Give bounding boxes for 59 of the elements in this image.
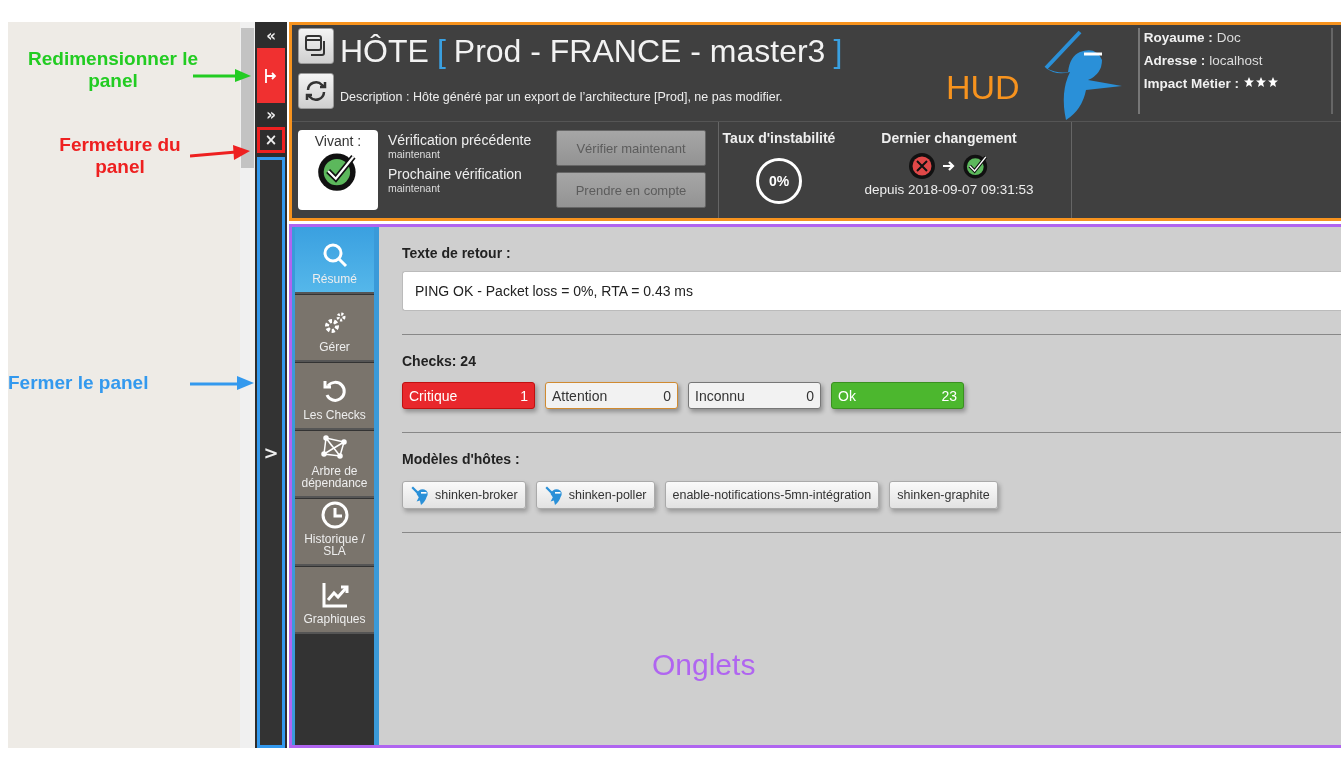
- info-label: Royaume :: [1143, 30, 1213, 45]
- star-icon: [1254, 76, 1267, 88]
- annotation-label: Fermeture du panel: [58, 134, 182, 178]
- annotation-label: Onglets: [652, 648, 756, 683]
- sidebar-tab[interactable]: Historique / SLA: [295, 499, 374, 566]
- return-text-field[interactable]: PING OK - Packet loss = 0%, RTA = 0.43 ms: [402, 271, 1341, 311]
- description: Description : Hôte généré par un export de l’architecture [Prod], ne pas modifier.: [340, 90, 784, 104]
- clock-icon: [319, 499, 350, 530]
- status-label: Vivant :: [314, 133, 362, 149]
- info-label: Adresse :: [1143, 53, 1206, 68]
- scrollbar[interactable]: [240, 22, 255, 748]
- refresh-button[interactable]: [298, 73, 334, 109]
- annotation-arrow: [190, 145, 252, 161]
- check-label: Vérification précédente: [388, 132, 533, 148]
- last-change-title: Dernier changement: [881, 130, 1017, 146]
- status-counter[interactable]: Attention 0: [545, 382, 678, 409]
- star-icon: [1266, 76, 1279, 88]
- instability-gauge: 0%: [756, 158, 802, 204]
- annotation-arrow: [190, 375, 256, 391]
- template-tag[interactable]: shinken-broker: [402, 481, 526, 509]
- annotation-label: Fermer le panel: [8, 372, 149, 394]
- refresh-icon: [303, 78, 329, 104]
- check-time: maintenant: [388, 182, 441, 194]
- templates-title: Modèles d'hôtes :: [402, 451, 521, 467]
- close-button[interactable]: ×: [257, 127, 285, 153]
- sidebar-tab[interactable]: Les Checks: [295, 363, 374, 430]
- info-value: localhost: [1209, 53, 1263, 68]
- check-circle-icon: [962, 152, 990, 180]
- bracket: [: [436, 32, 446, 70]
- bracket: ]: [833, 32, 843, 70]
- host-label: HÔTE: [340, 32, 429, 70]
- annotation-arrow: [193, 67, 253, 83]
- sidebar-tab[interactable]: Gérer: [295, 295, 374, 362]
- instability-title: Taux d'instabilité: [722, 130, 836, 146]
- host-name: Prod - FRANCE - master3: [453, 32, 826, 70]
- annotation-label: Redimensionner le panel: [27, 48, 199, 92]
- return-text-label: Texte de retour :: [402, 245, 512, 261]
- star-icon: [1242, 76, 1255, 88]
- resize-icon: [265, 68, 277, 83]
- cross-circle-icon: [908, 152, 936, 180]
- resize-button[interactable]: [257, 48, 285, 103]
- template-tag[interactable]: enable-notifications-5mn-intégration: [664, 481, 880, 509]
- check-label: Prochaine vérification: [388, 166, 523, 182]
- check-time: maintenant: [388, 148, 441, 160]
- sidebar-tab[interactable]: Graphiques: [295, 567, 374, 634]
- windows-button[interactable]: [298, 28, 334, 64]
- windows-icon: [304, 34, 328, 58]
- status-counter[interactable]: Inconnu 0: [688, 382, 821, 409]
- since-text: depuis 2018-09-07 09:31:53: [864, 182, 1034, 197]
- arrow-icon: [942, 160, 956, 172]
- status-counter[interactable]: Critique 1: [402, 382, 535, 409]
- checks-title: Checks: 24: [402, 353, 477, 369]
- template-tag[interactable]: shinken-graphite: [889, 481, 998, 509]
- template-tag[interactable]: shinken-poller: [535, 481, 655, 509]
- info-label: Impact Métier :: [1143, 76, 1239, 91]
- panel-toggle-button[interactable]: >: [257, 157, 285, 748]
- info-value: Doc: [1216, 30, 1241, 45]
- annotation-label: HUD: [946, 68, 1020, 108]
- sidebar-tab[interactable]: Arbre de dépendance: [295, 431, 374, 498]
